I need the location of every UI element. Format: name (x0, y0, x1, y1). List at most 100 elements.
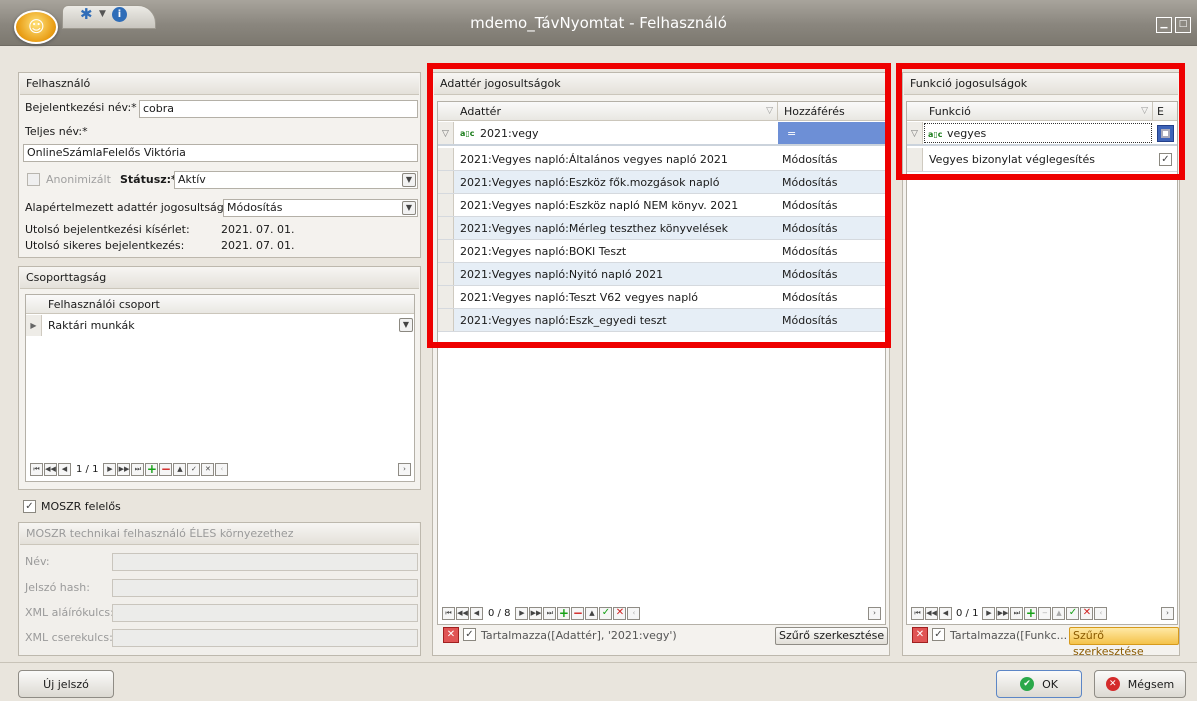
filter-active-checkbox[interactable]: ✓ (932, 628, 945, 641)
moszr-label: MOSZR felelős (41, 500, 121, 513)
first-page-icon[interactable]: ⏮ (30, 462, 43, 476)
row-pointer-icon: ▶ (26, 315, 42, 336)
prev-page-icon[interactable]: ◀◀ (925, 606, 938, 620)
clear-filter-icon[interactable]: ✕ (912, 627, 928, 643)
next-icon[interactable]: ▶ (103, 462, 117, 476)
panel-header: Csoporttagság (20, 267, 419, 289)
group-cell: Raktári munkák (48, 319, 135, 332)
filter-active-checkbox[interactable]: ✓ (463, 628, 476, 641)
last-success-value: 2021. 07. 01. (221, 239, 295, 252)
edit-filter-button[interactable]: Szűrő szerkesztése (775, 627, 889, 645)
fullname-label: Teljes név:* (25, 125, 88, 138)
cancel-icon: ✕ (1105, 677, 1120, 691)
nav-counter: 0 / 1 (956, 607, 979, 619)
hash-label: Jelszó hash: (25, 581, 90, 594)
panel-header: Felhasználó (20, 73, 419, 95)
check-icon[interactable]: ✓ (1066, 606, 1080, 620)
chevron-down-icon[interactable]: ▼ (402, 173, 416, 187)
next-page-icon[interactable]: ▶▶ (996, 606, 1010, 620)
exchange-key-label: XML cserekulcs: (25, 631, 113, 644)
remove-icon[interactable]: − (159, 462, 173, 476)
anonymized-label: Anonimizált (46, 173, 111, 186)
highlight-box (427, 63, 891, 348)
scroll-left-icon[interactable]: ‹ (215, 462, 229, 476)
cancel-button[interactable]: ✕ Mégsem (1094, 670, 1186, 698)
prev-icon[interactable]: ◀ (58, 462, 71, 476)
scroll-right-icon[interactable]: › (398, 463, 411, 476)
add-icon[interactable]: + (557, 606, 571, 620)
scroll-right-icon[interactable]: › (868, 607, 881, 620)
next-icon[interactable]: ▶ (982, 606, 996, 620)
status-value: Aktív (178, 173, 206, 186)
prev-page-icon[interactable]: ◀◀ (456, 606, 469, 620)
last-page-icon[interactable]: ⏭ (1010, 606, 1024, 620)
name-input[interactable] (112, 553, 418, 571)
maximize-button[interactable]: □ (1175, 17, 1191, 33)
new-password-button[interactable]: Új jelszó (18, 670, 114, 698)
fullname-input[interactable]: OnlineSzámlaFelelős Viktória (23, 144, 418, 162)
default-perm-label: Alapértelmezett adattér jogosultság: (25, 201, 228, 214)
status-select[interactable]: Aktív ▼ (174, 171, 418, 189)
next-page-icon[interactable]: ▶▶ (529, 606, 543, 620)
nav-counter: 0 / 8 (488, 607, 511, 619)
cancel-icon[interactable]: ✕ (613, 606, 627, 620)
window-title: mdemo_TávNyomtat - Felhasználó (470, 14, 727, 32)
prev-icon[interactable]: ◀ (470, 606, 483, 620)
chevron-down-icon[interactable]: ▼ (399, 318, 413, 332)
ok-button[interactable]: ✔ OK (996, 670, 1082, 698)
ok-label: OK (1042, 677, 1058, 691)
panel-header: MOSZR technikai felhasználó ÉLES környez… (20, 523, 419, 545)
group-panel: Csoporttagság Felhasználói csoport ▶ Rak… (18, 266, 421, 490)
edit-filter-button[interactable]: Szűrő szerkesztése (1069, 627, 1179, 658)
next-page-icon[interactable]: ▶▶ (117, 462, 131, 476)
scroll-left-icon[interactable]: ‹ (627, 606, 641, 620)
ok-icon: ✔ (1020, 677, 1035, 691)
function-navigator: ⏮ ◀◀ ◀ 0 / 1 ▶ ▶▶ ⏭ + − ▲ ✓ ✕ ‹ (911, 604, 1108, 622)
check-icon[interactable]: ✓ (187, 462, 201, 476)
first-page-icon[interactable]: ⏮ (442, 606, 455, 620)
status-label: Státusz:* (120, 173, 177, 186)
chevron-down-icon[interactable]: ▼ (402, 201, 416, 215)
moszr-checkbox[interactable]: ✓ (23, 500, 36, 513)
check-icon[interactable]: ✓ (599, 606, 613, 620)
login-label: Bejelentkezési név:* (25, 101, 137, 114)
exchange-key-input[interactable] (112, 629, 418, 647)
minimize-button[interactable]: ▁ (1156, 17, 1172, 33)
table-row[interactable]: ▶ Raktári munkák ▼ (26, 315, 414, 336)
last-success-label: Utolsó sikeres bejelentkezés: (25, 239, 185, 252)
group-navigator: ⏮ ◀◀ ◀ 1 / 1 ▶ ▶▶ ⏭ + − ▲ ✓ ✕ ‹ (30, 460, 229, 478)
edit-icon[interactable]: ▲ (585, 606, 599, 620)
add-icon[interactable]: + (1024, 606, 1038, 620)
default-perm-select[interactable]: Módosítás ▼ (223, 199, 418, 217)
cancel-icon[interactable]: ✕ (201, 462, 215, 476)
prev-icon[interactable]: ◀ (939, 606, 952, 620)
edit-icon[interactable]: ▲ (1052, 606, 1066, 620)
login-input[interactable]: cobra (139, 100, 418, 118)
scroll-right-icon[interactable]: › (1161, 607, 1174, 620)
first-page-icon[interactable]: ⏮ (911, 606, 924, 620)
user-panel: Felhasználó Bejelentkezési név:* cobra T… (18, 72, 421, 258)
col-header-group[interactable]: Felhasználói csoport (26, 295, 414, 314)
sign-key-input[interactable] (112, 604, 418, 622)
remove-icon[interactable]: − (571, 606, 585, 620)
data-navigator: ⏮ ◀◀ ◀ 0 / 8 ▶ ▶▶ ⏭ + − ▲ ✓ ✕ ‹ (442, 604, 641, 622)
cancel-label: Mégsem (1127, 677, 1175, 691)
edit-icon[interactable]: ▲ (173, 462, 187, 476)
remove-icon[interactable]: − (1038, 606, 1052, 620)
group-grid: Felhasználói csoport ▶ Raktári munkák ▼ … (25, 294, 415, 482)
prev-page-icon[interactable]: ◀◀ (44, 462, 57, 476)
cancel-icon[interactable]: ✕ (1080, 606, 1094, 620)
name-label: Név: (25, 555, 50, 568)
sign-key-label: XML aláírókulcs: (25, 606, 114, 619)
default-perm-value: Módosítás (227, 201, 283, 214)
last-page-icon[interactable]: ⏭ (131, 462, 145, 476)
add-icon[interactable]: + (145, 462, 159, 476)
scroll-left-icon[interactable]: ‹ (1094, 606, 1108, 620)
last-attempt-value: 2021. 07. 01. (221, 223, 295, 236)
next-icon[interactable]: ▶ (515, 606, 529, 620)
hash-input[interactable] (112, 579, 418, 597)
footer-divider (0, 662, 1197, 663)
last-page-icon[interactable]: ⏭ (543, 606, 557, 620)
anonymized-checkbox[interactable] (27, 173, 40, 186)
clear-filter-icon[interactable]: ✕ (443, 627, 459, 643)
